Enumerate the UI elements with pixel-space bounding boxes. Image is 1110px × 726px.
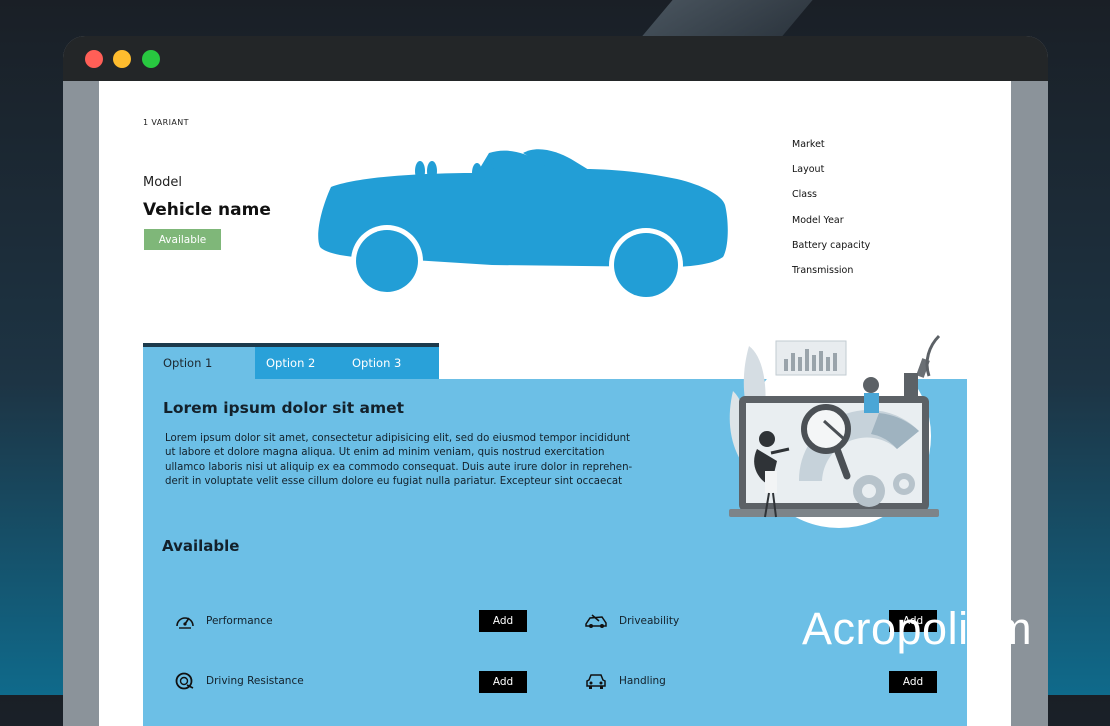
feature-driving-resistance: Driving Resistance xyxy=(175,672,304,690)
spec-layout: Layout xyxy=(792,164,825,176)
tire-icon xyxy=(175,672,194,690)
spec-list: Market Layout Class Model Year Battery c… xyxy=(792,139,870,290)
spec-class: Class xyxy=(792,189,817,201)
feature-label: Driving Resistance xyxy=(206,675,304,687)
spec-market: Market xyxy=(792,139,825,150)
watermark-logo: Acropolium xyxy=(802,604,1032,654)
paragraph-line: ullamco laboris nisi ut aliquip ex ea co… xyxy=(165,461,633,473)
steering-car-icon xyxy=(585,614,607,628)
tab-option-3[interactable]: Option 3 xyxy=(352,356,401,370)
feature-performance: Performance xyxy=(175,612,273,630)
tab-group: Option 2 Option 3 xyxy=(255,347,439,379)
car-silhouette-icon xyxy=(318,149,728,297)
variant-count: 1 VARIANT xyxy=(143,118,189,127)
add-handling-button[interactable]: Add xyxy=(889,671,937,693)
feature-driveability: Driveability xyxy=(584,612,679,630)
brand-wordmark: Acropolium xyxy=(802,603,1033,654)
vehicle-name: Vehicle name xyxy=(143,200,271,220)
model-label: Model xyxy=(143,175,183,190)
paragraph-line: ut labore et dolore magna aliqua. Ut eni… xyxy=(165,447,605,459)
feature-label: Handling xyxy=(619,675,666,687)
spec-model-year: Model Year xyxy=(792,214,844,226)
status-badge: Available xyxy=(144,229,221,250)
feature-handling: Handling xyxy=(584,672,666,690)
tab-label: Option 1 xyxy=(163,356,213,370)
add-driving-resistance-button[interactable]: Add xyxy=(479,671,527,693)
window-titlebar xyxy=(63,36,1048,81)
add-performance-button[interactable]: Add xyxy=(479,610,527,632)
close-window-button[interactable] xyxy=(85,50,103,68)
available-heading: Available xyxy=(162,537,240,555)
spec-transmission: Transmission xyxy=(792,264,854,276)
tab-option-2[interactable]: Option 2 xyxy=(266,356,315,370)
speedometer-icon xyxy=(176,617,194,629)
paragraph-line: derit in voluptate velit esse cillum dol… xyxy=(165,475,623,487)
feature-label: Driveability xyxy=(619,615,680,627)
section-heading: Lorem ipsum dolor sit amet xyxy=(163,399,405,417)
paragraph-line: Lorem ipsum dolor sit amet, consectetur … xyxy=(165,433,631,444)
spec-battery-capacity: Battery capacity xyxy=(792,239,871,251)
feature-label: Performance xyxy=(206,615,273,627)
section-paragraph: Lorem ipsum dolor sit amet, consectetur … xyxy=(165,432,685,489)
maximize-window-button[interactable] xyxy=(142,50,160,68)
minimize-window-button[interactable] xyxy=(113,50,131,68)
tab-option-1[interactable]: Option 1 xyxy=(143,347,255,379)
car-front-icon xyxy=(586,674,606,689)
analytics-illustration-icon xyxy=(729,334,941,528)
